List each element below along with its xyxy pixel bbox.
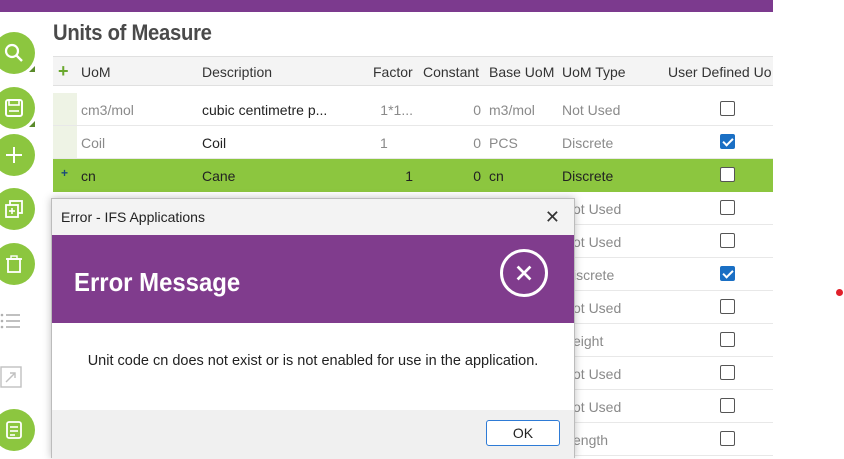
user-defined-checkbox[interactable] bbox=[720, 398, 735, 413]
column-header-base-uom[interactable]: Base UoM bbox=[489, 64, 554, 80]
cell-description: cubic centimetre p... bbox=[202, 102, 328, 118]
row-edit-icon: + bbox=[61, 166, 69, 180]
dialog-footer: OK bbox=[52, 410, 574, 459]
expand-button[interactable] bbox=[0, 366, 22, 388]
user-defined-checkbox[interactable] bbox=[720, 101, 735, 116]
cell-description: Cane bbox=[202, 168, 236, 184]
column-header-factor[interactable]: Factor bbox=[373, 64, 413, 80]
cell-uom: cm3/mol bbox=[81, 102, 134, 118]
cell-constant: 0 bbox=[473, 168, 481, 184]
list-icon bbox=[0, 313, 20, 329]
user-defined-checkbox[interactable] bbox=[720, 167, 735, 182]
cell-description: Coil bbox=[202, 135, 227, 151]
cell-uom-type: ot Used bbox=[573, 366, 622, 382]
dialog-window-title: Error - IFS Applications bbox=[61, 209, 205, 225]
search-icon bbox=[4, 43, 23, 62]
add-button[interactable] bbox=[0, 134, 35, 176]
error-circle-icon bbox=[500, 249, 548, 297]
user-defined-checkbox[interactable] bbox=[720, 299, 735, 314]
table-row-selected[interactable]: + cn Cane 1 0 cn Discrete bbox=[53, 159, 773, 192]
cell-base-uom: cn bbox=[489, 168, 504, 184]
sidebar bbox=[0, 12, 44, 451]
page-title: Units of Measure bbox=[53, 20, 212, 45]
cell-factor: 1*1... bbox=[380, 102, 413, 118]
column-header-uom[interactable]: UoM bbox=[81, 64, 111, 80]
search-menu-corner bbox=[29, 66, 35, 72]
expand-icon bbox=[0, 366, 22, 388]
cell-uom-type: ot Used bbox=[573, 300, 622, 316]
user-defined-checkbox[interactable] bbox=[720, 332, 735, 347]
duplicate-icon bbox=[5, 200, 23, 218]
column-header-description[interactable]: Description bbox=[202, 64, 272, 80]
user-defined-checkbox[interactable] bbox=[720, 233, 735, 248]
user-defined-checkbox[interactable] bbox=[720, 365, 735, 380]
cell-uom-type: ot Used bbox=[573, 234, 622, 250]
dialog-titlebar[interactable]: Error - IFS Applications ✕ bbox=[52, 199, 574, 235]
save-menu-corner bbox=[29, 121, 35, 127]
add-icon bbox=[6, 147, 22, 163]
cell-factor: 1 bbox=[405, 168, 413, 184]
cell-base-uom: m3/mol bbox=[489, 102, 535, 118]
cell-uom-type: Not Used bbox=[562, 102, 621, 118]
delete-button[interactable] bbox=[0, 243, 35, 285]
notification-dot bbox=[836, 289, 843, 296]
add-row-icon[interactable]: + bbox=[58, 61, 69, 82]
list-button[interactable] bbox=[0, 310, 22, 332]
table-row[interactable]: Coil Coil 1 0 PCS Discrete bbox=[53, 126, 773, 159]
error-dialog: Error - IFS Applications ✕ Error Message… bbox=[51, 198, 575, 459]
details-button[interactable] bbox=[0, 409, 35, 451]
user-defined-checkbox[interactable] bbox=[720, 134, 735, 149]
cell-uom-type: Discrete bbox=[562, 168, 614, 184]
details-icon bbox=[6, 421, 22, 439]
top-bar bbox=[0, 0, 773, 12]
duplicate-button[interactable] bbox=[0, 188, 35, 230]
row-marker[interactable] bbox=[53, 93, 77, 125]
dialog-message: Unit code cn does not exist or is not en… bbox=[87, 353, 539, 369]
cell-uom-type: ot Used bbox=[573, 201, 622, 217]
cell-uom-type: iscrete bbox=[573, 267, 615, 283]
dialog-header-band: Error Message bbox=[52, 235, 574, 323]
close-icon[interactable]: ✕ bbox=[545, 207, 560, 228]
table-header: + UoM Description Factor Constant Base U… bbox=[53, 56, 773, 86]
dialog-heading: Error Message bbox=[74, 267, 241, 297]
cell-uom: cn bbox=[81, 168, 96, 184]
cell-base-uom: PCS bbox=[489, 135, 518, 151]
column-header-constant[interactable]: Constant bbox=[423, 64, 479, 80]
cell-uom-type: ength bbox=[573, 432, 609, 448]
cell-uom-type: ot Used bbox=[573, 399, 622, 415]
user-defined-checkbox[interactable] bbox=[720, 200, 735, 215]
cell-uom-type: Discrete bbox=[562, 135, 614, 151]
ok-button[interactable]: OK bbox=[486, 420, 560, 446]
column-header-uom-type[interactable]: UoM Type bbox=[562, 64, 626, 80]
row-marker[interactable]: + bbox=[53, 159, 77, 191]
table-row[interactable]: cm3/mol cubic centimetre p... 1*1... 0 m… bbox=[53, 93, 773, 126]
cell-uom: Coil bbox=[81, 135, 106, 151]
user-defined-checkbox[interactable] bbox=[720, 266, 735, 281]
cell-factor: 1 bbox=[380, 135, 388, 151]
cell-constant: 0 bbox=[473, 102, 481, 118]
cell-uom-type: eight bbox=[573, 333, 604, 349]
cell-constant: 0 bbox=[473, 135, 481, 151]
user-defined-checkbox[interactable] bbox=[720, 431, 735, 446]
save-icon bbox=[5, 99, 23, 117]
delete-icon bbox=[6, 255, 22, 273]
column-header-user-defined[interactable]: User Defined Uo bbox=[668, 64, 772, 80]
row-marker[interactable] bbox=[53, 126, 77, 158]
